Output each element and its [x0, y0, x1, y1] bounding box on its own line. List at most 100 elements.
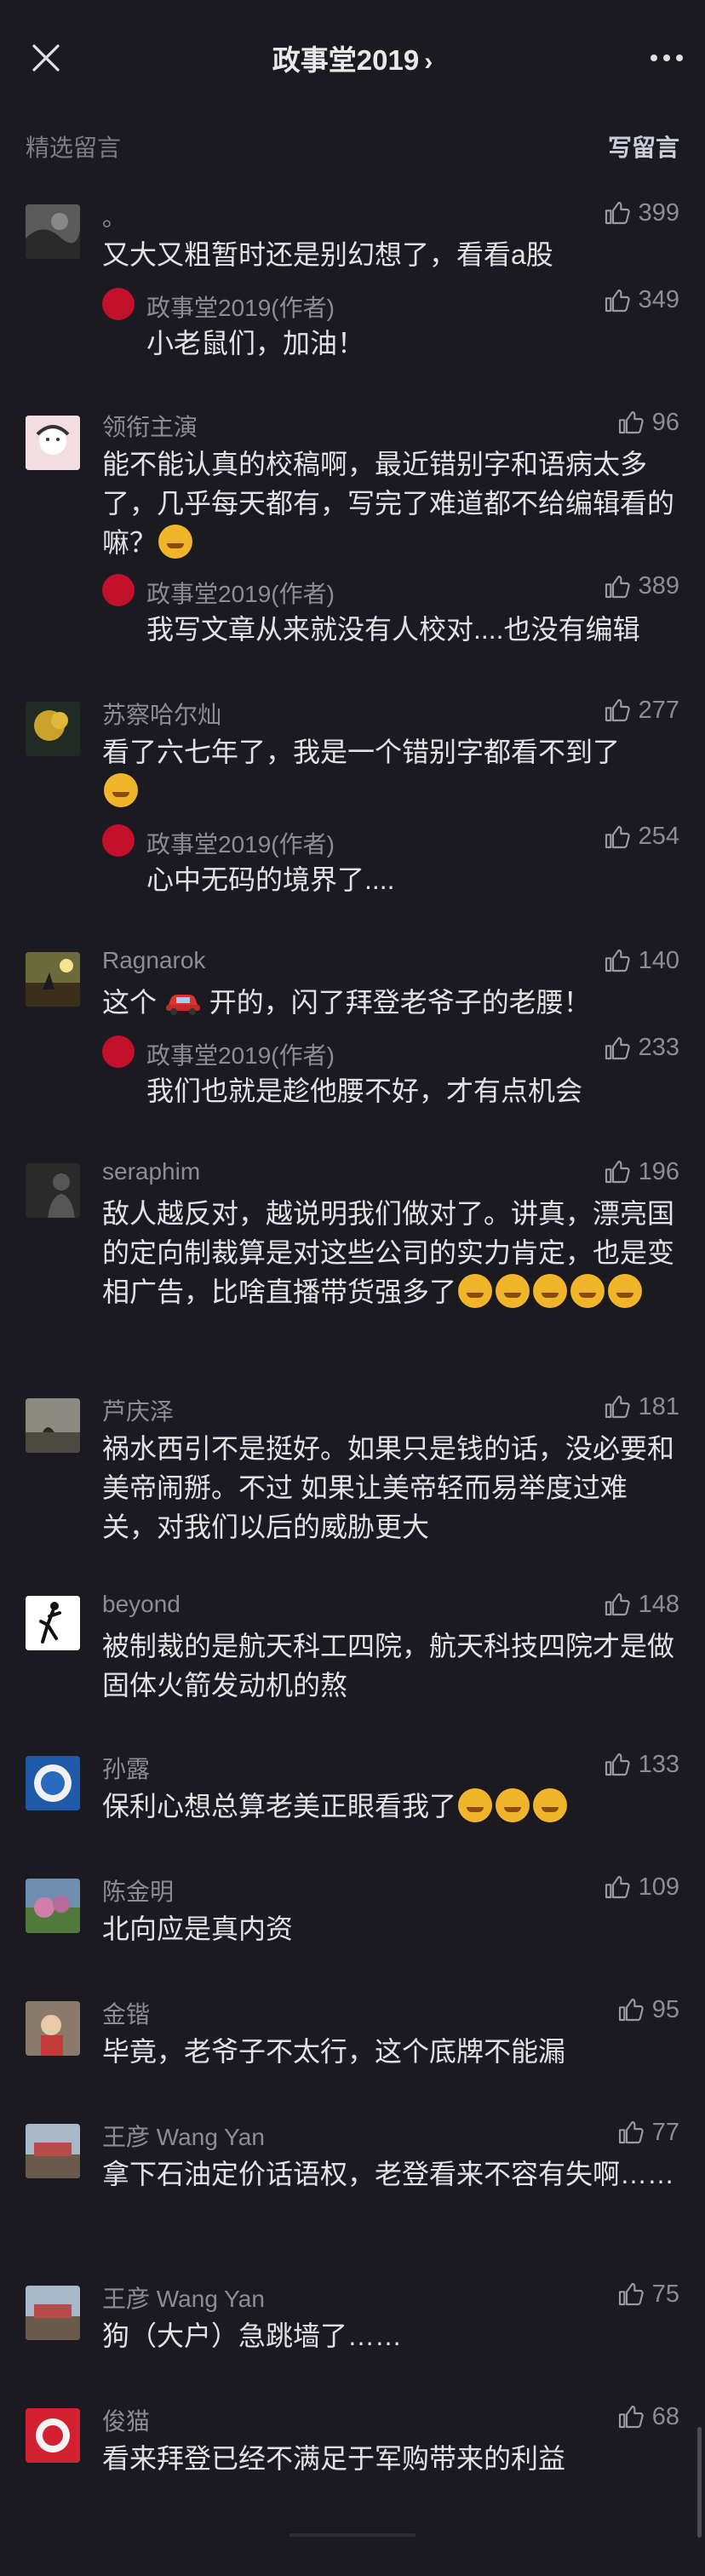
- comment-author[interactable]: 。: [102, 199, 126, 233]
- like-count: 77: [651, 2118, 679, 2146]
- avatar[interactable]: [26, 1756, 80, 1810]
- like-button[interactable]: 75: [616, 2277, 679, 2311]
- like-button[interactable]: 181: [603, 1390, 679, 1424]
- comment-author[interactable]: 芦庆泽: [102, 1393, 174, 1427]
- reply-like-count: 349: [638, 286, 679, 313]
- emoji-face-icon: [158, 525, 193, 559]
- thumbs-up-icon: [616, 409, 644, 436]
- emoji-face-icon: [570, 1274, 605, 1308]
- avatar[interactable]: [26, 1879, 80, 1933]
- like-count: 196: [638, 1157, 679, 1185]
- reply-author: 政事堂2019(作者): [146, 1042, 335, 1069]
- like-button[interactable]: 96: [616, 405, 679, 439]
- comment-text: 看了六七年了，我是一个错别字都看不到了: [102, 732, 681, 811]
- like-button[interactable]: 68: [616, 2400, 679, 2434]
- page-title[interactable]: 政事堂2019 ›: [0, 37, 705, 78]
- thumbs-up-icon: [603, 199, 630, 227]
- comment-text: 看来拜登已经不满足于军购带来的利益: [102, 2443, 566, 2474]
- comment-text: 被制裁的是航天科工四院，航天科技四院才是做固体火箭发动机的熬: [102, 1631, 675, 1701]
- comment-author[interactable]: 陈金明: [102, 1873, 174, 1908]
- thumbs-up-icon: [616, 2281, 644, 2308]
- comment-text-after: 开的，闪了拜登老爷子的老腰！: [209, 987, 591, 1018]
- comment-text: 狗（大户）急跳墙了……: [102, 2321, 403, 2351]
- reply-like-count: 389: [638, 572, 679, 600]
- comment-author[interactable]: Ragnarok: [102, 947, 205, 974]
- like-count: 140: [638, 946, 679, 974]
- comment-author[interactable]: 领衔主演: [102, 409, 198, 443]
- comments-subheader: 精选留言 写留言: [26, 128, 679, 165]
- reply-text: 我们也就是趁他腰不好，才有点机会: [146, 1076, 583, 1106]
- avatar[interactable]: [26, 2408, 80, 2463]
- comment-text: 拿下石油定价话语权，老登看来不容有失啊……: [102, 2159, 675, 2189]
- comment-author[interactable]: 王彦 Wang Yan: [102, 2281, 265, 2315]
- comment-author[interactable]: 苏察哈尔灿: [102, 697, 221, 731]
- reply-like-button[interactable]: 349: [603, 286, 679, 314]
- thumbs-up-icon: [616, 2403, 644, 2430]
- like-button[interactable]: 140: [603, 944, 679, 978]
- like-button[interactable]: 277: [603, 693, 679, 727]
- reply-like-button[interactable]: 254: [603, 823, 679, 851]
- like-button[interactable]: 196: [603, 1155, 679, 1189]
- avatar[interactable]: [26, 702, 80, 756]
- comment-text: 保利心想总算老美正眼看我了: [102, 1787, 681, 1826]
- more-dots-icon[interactable]: [645, 41, 688, 75]
- avatar[interactable]: [26, 1163, 80, 1218]
- like-count: 133: [638, 1750, 679, 1778]
- emoji-face-icon: [533, 1788, 568, 1822]
- comment-author[interactable]: seraphim: [102, 1158, 200, 1185]
- like-button[interactable]: 95: [616, 1993, 679, 2027]
- like-count: 95: [651, 1995, 679, 2023]
- scrollbar[interactable]: [697, 2427, 702, 2538]
- avatar[interactable]: [26, 1596, 80, 1650]
- write-comment-button[interactable]: 写留言: [608, 129, 679, 164]
- comment-author[interactable]: 俊猫: [102, 2403, 150, 2437]
- thumbs-up-icon: [603, 287, 630, 314]
- avatar[interactable]: [26, 2001, 80, 2056]
- avatar[interactable]: [26, 416, 80, 470]
- like-button[interactable]: 148: [603, 1587, 679, 1621]
- like-button[interactable]: 77: [616, 2115, 679, 2149]
- top-bar: 政事堂2019 ›: [0, 0, 705, 114]
- page-title-text: 政事堂2019: [272, 44, 420, 76]
- like-count: 399: [638, 198, 679, 227]
- selected-comments-label: 精选留言: [26, 135, 122, 161]
- emoji-face-icon: [496, 1788, 530, 1822]
- thumbs-up-icon: [603, 573, 630, 600]
- avatar[interactable]: [26, 952, 80, 1007]
- reply-like-button[interactable]: 389: [603, 572, 679, 600]
- like-count: 68: [651, 2402, 679, 2430]
- avatar[interactable]: [26, 2286, 80, 2340]
- scroll-indicator: [289, 2533, 416, 2537]
- author-avatar: [102, 824, 135, 857]
- thumbs-up-icon: [616, 2119, 644, 2146]
- reply-author: 政事堂2019(作者): [146, 295, 335, 321]
- avatar[interactable]: [26, 1398, 80, 1453]
- avatar[interactable]: [26, 2124, 80, 2178]
- like-button[interactable]: 399: [603, 196, 679, 230]
- comment-text-before: 这个: [102, 987, 158, 1018]
- reply-like-button[interactable]: 233: [603, 1034, 679, 1062]
- thumbs-up-icon: [616, 1996, 644, 2023]
- like-button[interactable]: 133: [603, 1747, 679, 1781]
- thumbs-up-icon: [603, 1873, 630, 1901]
- comment-author[interactable]: 孙露: [102, 1751, 150, 1785]
- comment-author[interactable]: beyond: [102, 1591, 181, 1618]
- reply-author: 政事堂2019(作者): [146, 831, 335, 858]
- reply-text: 心中无码的境界了....: [146, 864, 395, 895]
- like-count: 277: [638, 696, 679, 724]
- comment-author[interactable]: 金锴: [102, 1996, 150, 2030]
- thumbs-up-icon: [603, 697, 630, 724]
- thumbs-up-icon: [603, 1035, 630, 1062]
- comment-text: 敌人越反对，越说明我们做对了。讲真，漂亮国的定向制裁算是对这些公司的实力肯定，也…: [102, 1194, 681, 1311]
- author-avatar: [102, 288, 135, 320]
- car-emoji-icon: [165, 995, 200, 1015]
- comment-text: 又大又粗暂时还是别幻想了，看看a股: [102, 239, 553, 270]
- avatar[interactable]: [26, 204, 80, 259]
- comment-author[interactable]: 王彦 Wang Yan: [102, 2119, 265, 2153]
- thumbs-up-icon: [603, 1751, 630, 1778]
- author-avatar: [102, 574, 135, 606]
- like-count: 181: [638, 1392, 679, 1420]
- like-button[interactable]: 109: [603, 1870, 679, 1904]
- thumbs-up-icon: [603, 947, 630, 974]
- emoji-face-icon: [496, 1274, 530, 1308]
